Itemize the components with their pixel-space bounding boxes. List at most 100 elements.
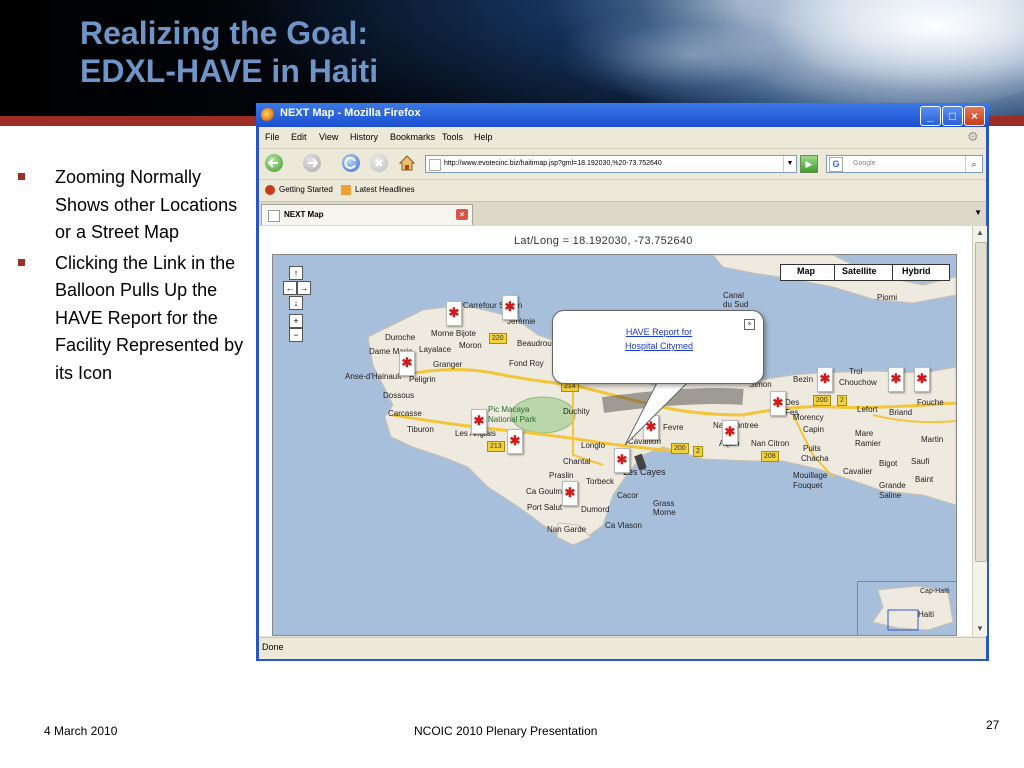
close-balloon-icon[interactable]: × <box>744 319 755 330</box>
pan-left-button[interactable]: ← <box>283 281 297 295</box>
bookmarks-toolbar: Getting Started Latest Headlines <box>259 179 986 200</box>
menu-history[interactable]: History <box>350 132 378 142</box>
page-icon <box>268 210 280 222</box>
map-place-label: Lefort <box>857 405 878 414</box>
magnifier-icon[interactable]: ⌕ <box>965 156 982 172</box>
menu-file[interactable]: File <box>265 132 280 142</box>
map-place-label: Fouche <box>917 398 944 407</box>
hospital-marker-icon[interactable]: ✱ <box>643 415 659 440</box>
map-place-label: Mare Ramier <box>855 429 881 448</box>
rss-feed-icon <box>341 185 351 195</box>
route-shield: 208 <box>761 451 779 462</box>
firefox-logo-icon <box>261 108 275 122</box>
map-place-label: Grass Morne <box>653 499 676 517</box>
hospital-marker-icon[interactable]: ✱ <box>722 420 738 445</box>
map-place-label: Dossous <box>383 391 415 400</box>
map-type-satellite-button[interactable]: Satellite <box>842 266 877 276</box>
go-arrow-icon[interactable]: ▶ <box>800 155 818 173</box>
hospital-marker-icon[interactable]: ✱ <box>471 409 487 434</box>
hospital-marker-icon[interactable]: ✱ <box>914 367 930 392</box>
hospital-marker-icon[interactable]: ✱ <box>399 351 415 376</box>
pan-right-button[interactable]: → <box>297 281 311 295</box>
address-bar[interactable]: http://www.evotecinc.biz/haitimap.jsp?gm… <box>425 155 797 173</box>
map-place-label: Des Fes <box>785 398 800 417</box>
scroll-down-icon[interactable]: ▼ <box>973 622 987 636</box>
stop-icon[interactable] <box>370 154 388 172</box>
home-icon[interactable] <box>398 154 416 172</box>
overview-map[interactable]: Haiti Cap-Haïti <box>857 581 956 635</box>
search-input[interactable]: G Google ⌕ <box>826 155 983 173</box>
bullet-list: Zooming Normally Shows other Locations o… <box>18 164 253 390</box>
footer-date: 4 March 2010 <box>44 724 118 738</box>
map-place-label: Cavalier <box>843 467 873 476</box>
menu-bookmarks[interactable]: Bookmarks <box>390 132 435 142</box>
have-report-link[interactable]: HAVE Report for Hospital Citymed <box>597 325 721 353</box>
map-place-label: Saufi <box>911 457 930 466</box>
hospital-marker-icon[interactable]: ✱ <box>507 429 523 454</box>
hospital-marker-icon[interactable]: ✱ <box>614 448 630 473</box>
menu-view[interactable]: View <box>319 132 338 142</box>
hospital-marker-icon[interactable]: ✱ <box>888 367 904 392</box>
tab-list-icon[interactable]: ▼ <box>974 208 982 217</box>
minimize-button[interactable]: _ <box>920 106 941 126</box>
menu-tools[interactable]: Tools <box>442 132 463 142</box>
route-shield: 200 <box>813 395 831 406</box>
map-type-map-button[interactable]: Map <box>797 266 815 276</box>
map-place-label: Chantal <box>563 457 591 466</box>
route-shield: 2 <box>837 395 847 406</box>
back-arrow-icon[interactable] <box>265 154 283 172</box>
have-report-link-line2: Hospital Citymed <box>624 341 694 351</box>
map-place-label: Nan Garde <box>547 525 587 534</box>
scroll-up-icon[interactable]: ▲ <box>973 226 987 240</box>
getting-started-icon <box>265 185 275 195</box>
pan-down-button[interactable]: ↓ <box>289 296 303 310</box>
page-content: Lat/Long = 18.192030, -73.752640 Carrefo… <box>259 226 972 636</box>
url-dropdown-icon[interactable]: ▼ <box>783 156 796 172</box>
hospital-marker-icon[interactable]: ✱ <box>817 367 833 392</box>
google-logo-icon[interactable]: G <box>829 157 843 172</box>
map-place-label: Peligrin <box>409 375 436 384</box>
map-place-label: Morne Bijote <box>431 329 476 338</box>
maximize-button[interactable]: □ <box>942 106 963 126</box>
hospital-marker-icon[interactable]: ✱ <box>502 295 518 320</box>
map-place-label: Duchity <box>563 407 590 416</box>
window-titlebar[interactable]: NEXT Map - Mozilla Firefox _ □ × <box>256 103 989 127</box>
menu-edit[interactable]: Edit <box>291 132 307 142</box>
zoom-in-button[interactable]: + <box>289 314 303 328</box>
menu-help[interactable]: Help <box>474 132 493 142</box>
map-type-selector: Map Satellite Hybrid <box>780 264 950 281</box>
map-place-label: Anse-d'Hainault <box>345 372 402 381</box>
zoom-out-button[interactable]: − <box>289 328 303 342</box>
pan-up-button[interactable]: ↑ <box>289 266 303 280</box>
bookmark-getting-started[interactable]: Getting Started <box>279 185 333 194</box>
hospital-marker-icon[interactable]: ✱ <box>446 301 462 326</box>
park-label: Pic Macaya National Park <box>488 405 537 424</box>
search-placeholder: Google <box>853 160 876 167</box>
menu-bar: File Edit View History Bookmarks Tools H… <box>259 127 986 147</box>
hospital-marker-icon[interactable]: ✱ <box>770 391 786 416</box>
map-place-label: Layalace <box>419 345 452 354</box>
map-place-label: Briand <box>889 408 913 417</box>
hospital-marker-icon[interactable]: ✱ <box>562 481 578 506</box>
scroll-thumb[interactable] <box>975 242 987 562</box>
route-shield: 220 <box>489 333 507 344</box>
tab-next-map[interactable]: NEXT Map × <box>261 204 473 225</box>
info-balloon: HAVE Report for Hospital Citymed × <box>552 310 764 384</box>
map-place-label: Chacha <box>801 454 829 463</box>
map-place-label: Ca Goulm <box>526 487 563 496</box>
forward-arrow-icon[interactable] <box>303 154 321 172</box>
close-window-button[interactable]: × <box>964 106 985 126</box>
window-title: NEXT Map - Mozilla Firefox <box>280 107 421 119</box>
map-place-label: Mouillage Fouquet <box>793 471 828 490</box>
bookmark-latest-headlines[interactable]: Latest Headlines <box>355 185 415 194</box>
throbber-icon: ⚙ <box>967 129 979 144</box>
title-line-1: Realizing the Goal: <box>80 15 369 51</box>
reload-icon[interactable] <box>342 154 360 172</box>
map-view[interactable]: Carrefour Sanon Jérémie Canal du Sud Mor… <box>272 254 957 636</box>
bullet-text: Zooming Normally Shows other Locations o… <box>55 167 238 242</box>
map-type-hybrid-button[interactable]: Hybrid <box>902 266 931 276</box>
map-place-label: Piomi <box>877 293 898 302</box>
vertical-scrollbar[interactable]: ▲ ▼ <box>972 226 987 636</box>
close-tab-icon[interactable]: × <box>456 209 468 220</box>
footer-title: NCOIC 2010 Plenary Presentation <box>414 724 598 738</box>
